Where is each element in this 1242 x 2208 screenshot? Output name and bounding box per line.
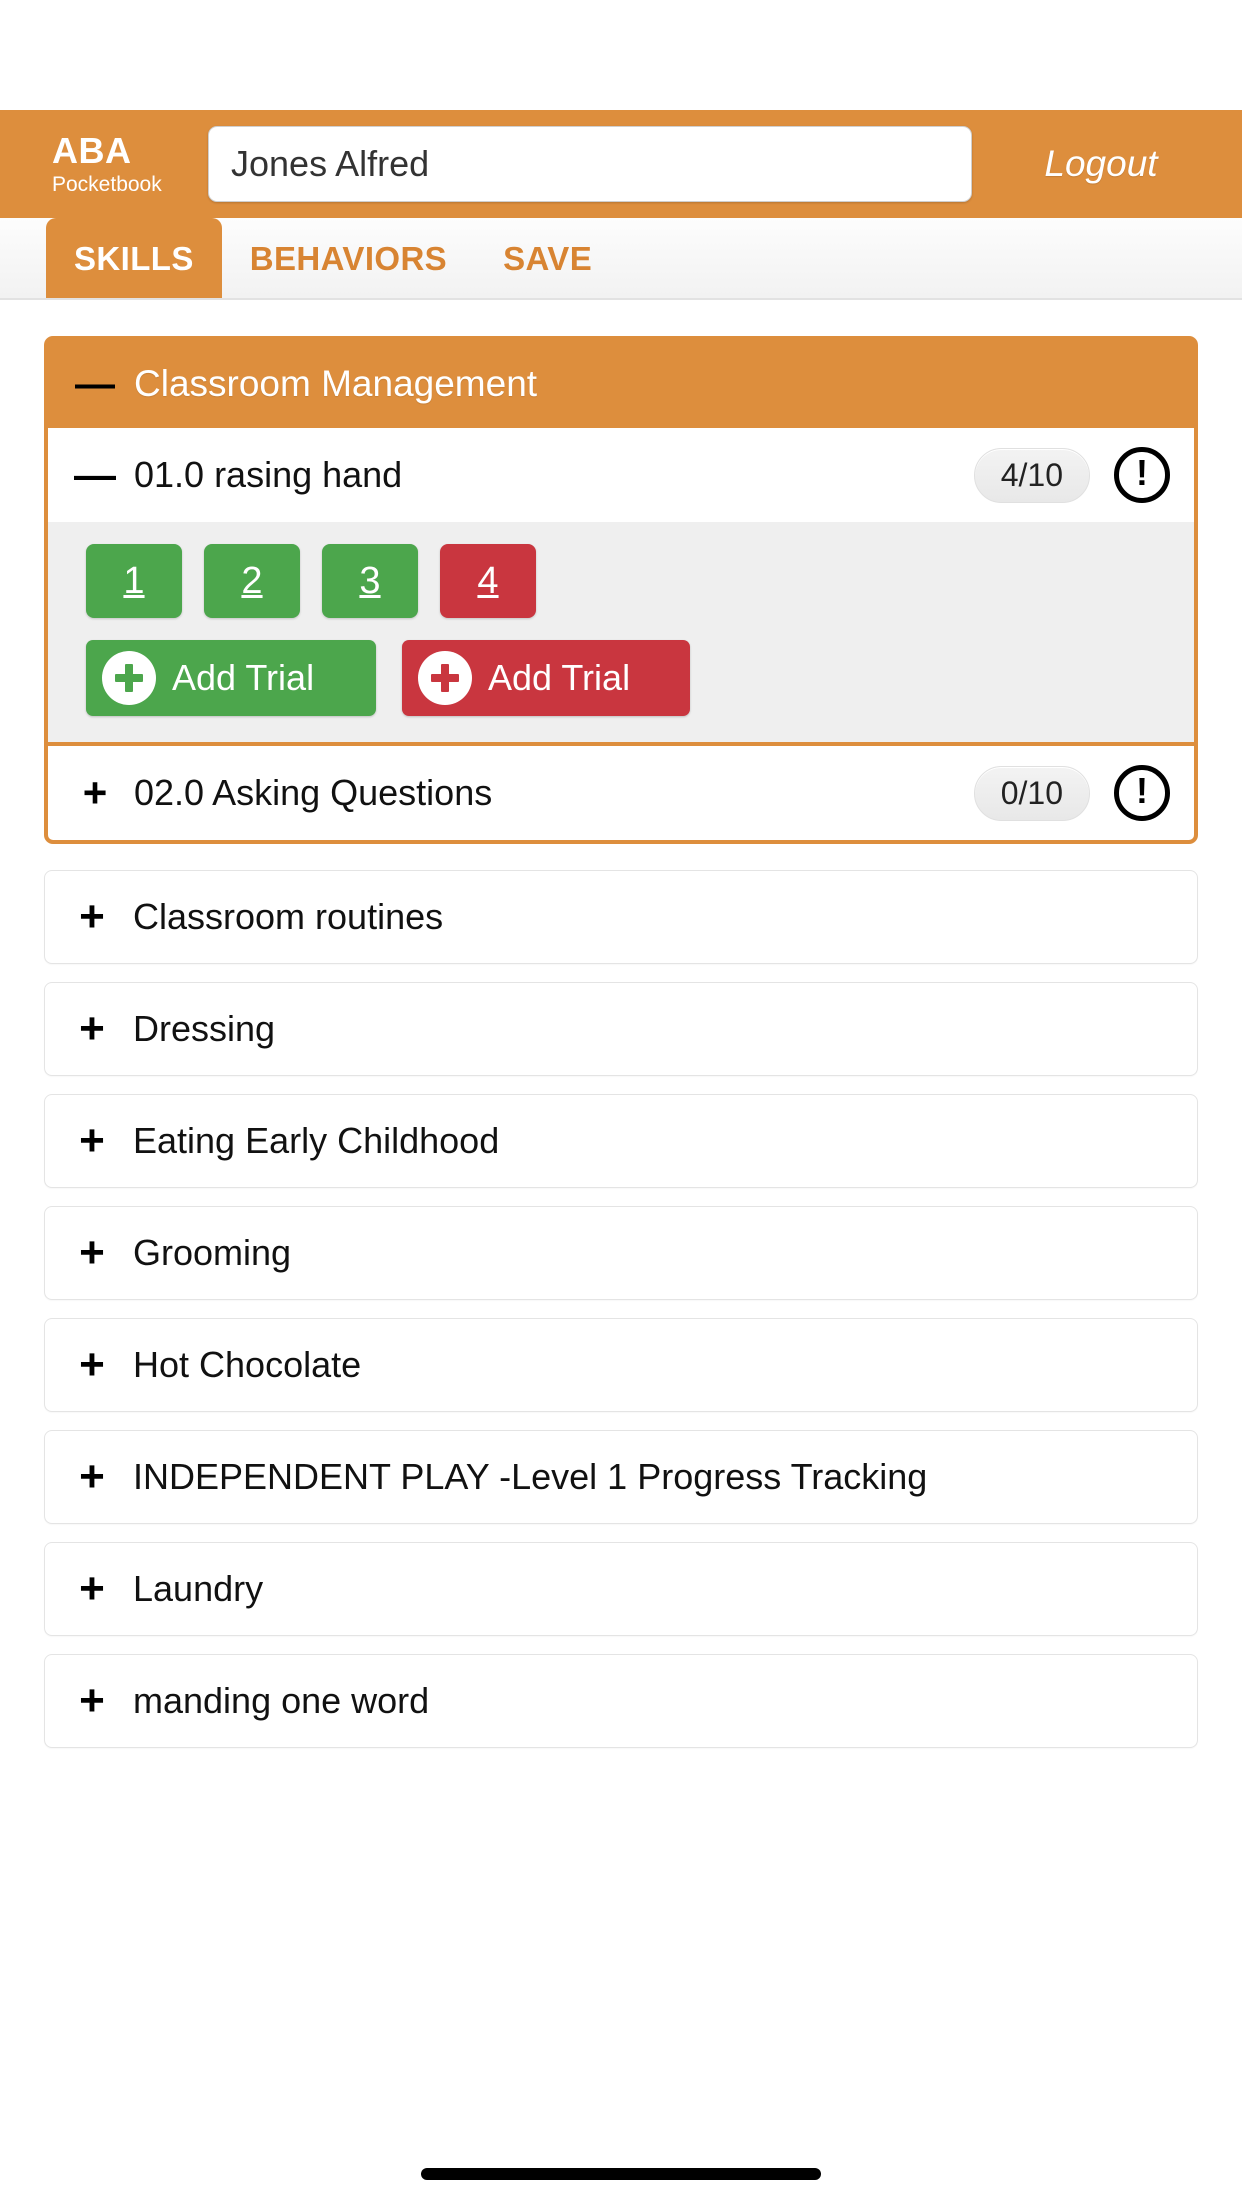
group-row-dressing[interactable]: + Dressing bbox=[44, 982, 1198, 1076]
skill-score-badge: 0/10 bbox=[973, 765, 1090, 821]
add-trial-label: Add Trial bbox=[488, 657, 631, 698]
expand-plus-icon: + bbox=[79, 1676, 105, 1726]
group-row-classroom-routines[interactable]: + Classroom routines bbox=[44, 870, 1198, 964]
status-bar bbox=[0, 0, 1242, 110]
expand-plus-icon: + bbox=[79, 1228, 105, 1278]
add-trial-row: Add Trial Add Trial bbox=[86, 640, 1194, 716]
expand-plus-icon: + bbox=[79, 1452, 105, 1502]
group-title: Classroom Management bbox=[134, 363, 538, 404]
expand-plus-icon: + bbox=[79, 1116, 105, 1166]
group-label: Dressing bbox=[133, 1008, 276, 1049]
trial-button[interactable]: 4 bbox=[440, 544, 536, 618]
group-label: Laundry bbox=[133, 1568, 264, 1609]
add-incorrect-trial-button[interactable]: Add Trial bbox=[402, 640, 690, 716]
skill-row-asking-questions[interactable]: + 02.0 Asking Questions 0/10 ! bbox=[48, 746, 1194, 840]
brand-subtitle: Pocketbook bbox=[52, 173, 162, 196]
skills-list: — Classroom Management — 01.0 rasing han… bbox=[0, 300, 1242, 1748]
group-label: Eating Early Childhood bbox=[133, 1120, 500, 1161]
expand-plus-icon: + bbox=[79, 892, 105, 942]
expand-plus-icon: + bbox=[82, 769, 108, 817]
group-label: Hot Chocolate bbox=[133, 1344, 362, 1385]
group-row-laundry[interactable]: + Laundry bbox=[44, 1542, 1198, 1636]
tab-save[interactable]: SAVE bbox=[475, 218, 620, 298]
group-label: Grooming bbox=[133, 1232, 292, 1273]
skill-label: 02.0 Asking Questions bbox=[134, 772, 493, 813]
group-label: INDEPENDENT PLAY -Level 1 Progress Track… bbox=[133, 1456, 928, 1497]
app-screen: ABA Pocketbook Logout SKILLS BEHAVIORS S… bbox=[0, 0, 1242, 2208]
trial-button-group: 1 2 3 4 bbox=[86, 544, 1194, 618]
group-label: manding one word bbox=[133, 1680, 430, 1721]
group-row-hot-chocolate[interactable]: + Hot Chocolate bbox=[44, 1318, 1198, 1412]
skill-score-badge: 4/10 bbox=[973, 447, 1090, 503]
expand-plus-icon: + bbox=[79, 1340, 105, 1390]
alert-icon[interactable]: ! bbox=[1114, 765, 1170, 821]
collapse-minus-icon: — bbox=[75, 362, 115, 406]
alert-glyph: ! bbox=[1136, 452, 1148, 493]
plus-circle-icon bbox=[102, 651, 156, 705]
group-card-classroom-management: — Classroom Management — 01.0 rasing han… bbox=[44, 336, 1198, 844]
group-row-manding-one-word[interactable]: + manding one word bbox=[44, 1654, 1198, 1748]
skill-row-rasing-hand[interactable]: — 01.0 rasing hand 4/10 ! bbox=[48, 428, 1194, 522]
group-label: Classroom routines bbox=[133, 896, 444, 937]
group-header-classroom-management[interactable]: — Classroom Management bbox=[48, 340, 1194, 428]
trials-panel: 1 2 3 4 Add Trial Add Trial bbox=[48, 522, 1194, 742]
add-trial-label: Add Trial bbox=[172, 657, 315, 698]
tab-bar: SKILLS BEHAVIORS SAVE bbox=[0, 218, 1242, 300]
skill-label: 01.0 rasing hand bbox=[134, 454, 403, 495]
alert-glyph: ! bbox=[1136, 770, 1148, 811]
tab-behaviors[interactable]: BEHAVIORS bbox=[222, 218, 475, 298]
brand-title: ABA bbox=[52, 130, 132, 171]
home-indicator bbox=[421, 2168, 821, 2180]
app-header: ABA Pocketbook Logout bbox=[0, 110, 1242, 218]
expand-plus-icon: + bbox=[79, 1564, 105, 1614]
app-logo: ABA Pocketbook bbox=[0, 130, 208, 196]
alert-icon[interactable]: ! bbox=[1114, 447, 1170, 503]
plus-circle-icon bbox=[418, 651, 472, 705]
group-row-eating-early-childhood[interactable]: + Eating Early Childhood bbox=[44, 1094, 1198, 1188]
skill-block-rasing-hand: — 01.0 rasing hand 4/10 ! 1 2 3 4 Add Tr… bbox=[48, 428, 1194, 742]
trial-button[interactable]: 2 bbox=[204, 544, 300, 618]
logout-button[interactable]: Logout bbox=[982, 143, 1242, 185]
collapse-minus-icon: — bbox=[74, 451, 116, 499]
client-name-input[interactable] bbox=[208, 126, 972, 202]
group-row-grooming[interactable]: + Grooming bbox=[44, 1206, 1198, 1300]
add-correct-trial-button[interactable]: Add Trial bbox=[86, 640, 376, 716]
tab-skills[interactable]: SKILLS bbox=[46, 218, 222, 298]
trial-button[interactable]: 1 bbox=[86, 544, 182, 618]
trial-button[interactable]: 3 bbox=[322, 544, 418, 618]
expand-plus-icon: + bbox=[79, 1004, 105, 1054]
group-row-independent-play[interactable]: + INDEPENDENT PLAY -Level 1 Progress Tra… bbox=[44, 1430, 1198, 1524]
